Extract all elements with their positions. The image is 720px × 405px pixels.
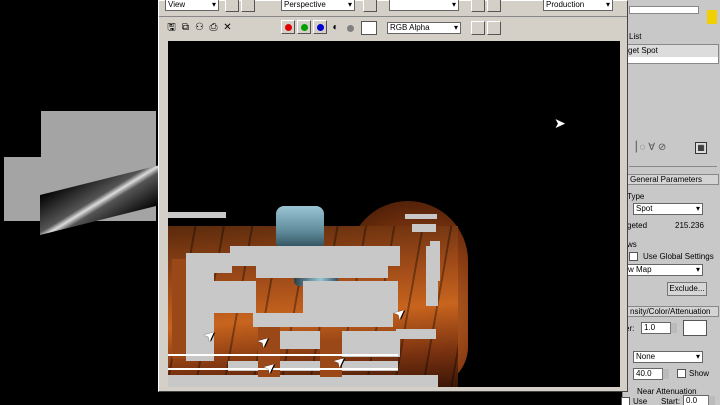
artifact-line [168, 354, 398, 356]
render-canvas[interactable]: ➤ ➤ ➤ ➤ ➤ ➤ [168, 41, 620, 387]
rendered-frame-window: View Perspective Production 🖫 ⧉ ⚇ ⎙ ✕ ◐ … [158, 0, 628, 392]
display-channel-dropdown[interactable]: RGB Alpha [387, 22, 461, 34]
pin-stack-icon[interactable]: ▕ [629, 142, 637, 153]
edit-region-button[interactable] [225, 0, 239, 12]
auto-region-button[interactable] [241, 0, 255, 12]
green-channel-icon [301, 24, 308, 31]
selection-list-item[interactable]: get Spot [624, 45, 718, 57]
show-end-result-icon[interactable]: ◌ [639, 142, 645, 153]
general-parameters-rollout[interactable]: General Parameters [623, 174, 719, 185]
desktop-stage: List get Spot ▕ ◌ ∀ ⊘ ▦ General Paramete… [0, 0, 720, 405]
clear-image-icon[interactable]: ✕ [221, 21, 234, 34]
save-image-icon[interactable]: 🖫 [165, 21, 178, 34]
intensity-color-attenuation-rollout[interactable]: nsity/Color/Attenuation [623, 306, 719, 317]
print-image-icon[interactable]: ⎙ [207, 21, 220, 34]
use-global-settings-checkbox[interactable] [629, 252, 638, 261]
near-use-checkbox[interactable] [621, 397, 630, 405]
decay-start-spinner[interactable]: 40.0 [633, 368, 669, 380]
background-viewport-notch [4, 111, 41, 157]
artifact-line [168, 368, 398, 370]
name-field[interactable] [629, 6, 699, 14]
artifact-block [253, 313, 393, 327]
green-channel-button[interactable] [297, 20, 311, 34]
copy-image-icon[interactable]: ⧉ [179, 21, 192, 34]
shadow-type-dropdown[interactable]: w Map [625, 264, 703, 276]
rendered-cube-top [276, 206, 324, 250]
artifact-block [230, 246, 400, 266]
area-to-render-dropdown[interactable]: View [165, 0, 219, 11]
viewport-dropdown[interactable]: Perspective [281, 0, 355, 11]
command-panel: List get Spot ▕ ◌ ∀ ⊘ ▦ General Paramete… [621, 0, 720, 405]
light-color-swatch[interactable] [683, 320, 707, 336]
color-swatch[interactable] [361, 21, 377, 35]
artifact-block [280, 331, 320, 349]
render-setup-row: View Perspective Production [159, 0, 627, 14]
artifact-block [256, 266, 388, 278]
red-channel-icon [285, 24, 292, 31]
frame-toolbar: 🖫 ⧉ ⚇ ⎙ ✕ ◐ RGB Alpha [159, 16, 627, 38]
environment-effects-button[interactable] [487, 0, 501, 12]
mouse-cursor-icon: ➤ [554, 115, 566, 131]
targeted-distance: 215.236 [675, 221, 704, 230]
decay-type-dropdown[interactable]: None [633, 351, 703, 363]
shadows-label: ws [627, 240, 637, 249]
show-decay-checkbox[interactable] [677, 369, 686, 378]
artifact-strip [412, 224, 436, 232]
monochrome-icon[interactable] [347, 25, 354, 32]
floor-fragment [172, 259, 186, 359]
artifact-block [426, 246, 438, 306]
multiplier-spinner[interactable]: 1.0 [641, 322, 677, 334]
artifact-strip [405, 214, 437, 219]
render-preset-dropdown[interactable] [389, 0, 459, 11]
make-unique-icon[interactable]: ∀ [648, 142, 655, 153]
exclude-button[interactable]: Exclude... [667, 282, 707, 296]
selection-list[interactable]: get Spot [623, 44, 719, 64]
light-type-dropdown[interactable]: Spot [633, 203, 703, 215]
toggle-ui-overlay-button[interactable] [471, 21, 485, 35]
alpha-channel-icon[interactable]: ◐ [329, 21, 342, 34]
object-color-swatch[interactable] [707, 10, 717, 24]
artifact-block [168, 375, 438, 387]
near-start-spinner[interactable]: 0.0 [683, 395, 715, 405]
clone-frame-window-icon[interactable]: ⚇ [193, 21, 206, 34]
remove-modifier-icon[interactable]: ⊘ [658, 142, 666, 153]
modifier-stack-icons[interactable]: ▕ ◌ ∀ ⊘ [629, 142, 666, 153]
show-decay-label: Show [689, 369, 710, 378]
artifact-block [396, 329, 436, 339]
use-global-settings-label: Use Global Settings [643, 252, 714, 261]
panel-separator [629, 166, 717, 167]
render-setup-button[interactable] [471, 0, 485, 12]
name-list-label: List [629, 32, 642, 41]
light-type-label: Type [627, 192, 645, 201]
renderer-dropdown[interactable]: Production [543, 0, 613, 11]
blue-channel-button[interactable] [313, 20, 327, 34]
toggle-ui-button[interactable] [487, 21, 501, 35]
artifact-block [303, 281, 398, 313]
artifact-block [208, 281, 256, 313]
configure-sets-icon[interactable]: ▦ [695, 142, 707, 154]
lock-viewport-button[interactable] [363, 0, 377, 12]
blue-channel-icon [317, 24, 324, 31]
artifact-strip [168, 212, 226, 218]
red-channel-button[interactable] [281, 20, 295, 34]
